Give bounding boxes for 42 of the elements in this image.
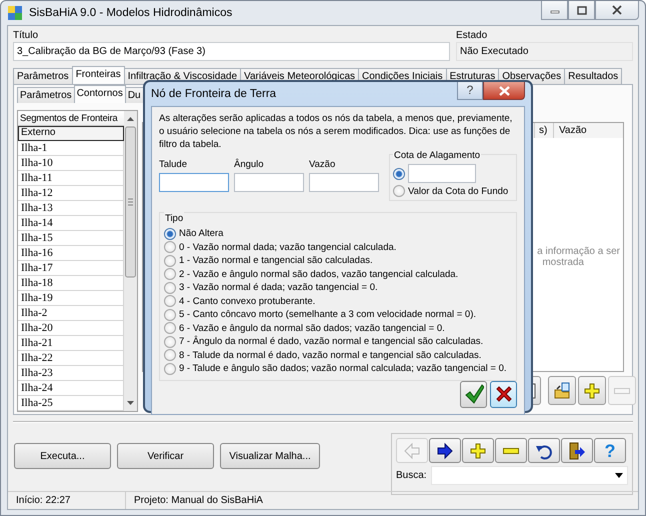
action-button[interactable]: Visualizar Malha... xyxy=(220,443,320,469)
empty-message: mostrada xyxy=(542,257,584,268)
option-label: 8 - Talude da normal é dado, vazão normal e tangencial são calculadas. xyxy=(179,350,482,361)
state-field: Não Executado xyxy=(456,42,633,61)
option-label: 1 - Vazão normal e tangencial são calculadas. xyxy=(179,255,373,266)
action-button[interactable]: Verificar xyxy=(117,443,214,469)
tab[interactable]: Parâmetros xyxy=(13,68,73,84)
list-item[interactable]: Externo xyxy=(18,126,124,141)
option-label: Valor da Cota do Fundo xyxy=(408,186,508,196)
option-label: 3 - Vazão normal é dada; vazão tangencial = 0. xyxy=(179,282,378,294)
field-label: Estado xyxy=(456,29,488,42)
field-label: Vazão xyxy=(309,158,336,171)
field-label: Busca: xyxy=(396,470,427,481)
option-label: 5 - Canto côncavo morto (semelhante a 3 com velocidade normal = 0). xyxy=(179,309,476,320)
option-label: 4 - Canto convexo protuberante. xyxy=(179,296,316,307)
title-field[interactable]: 3_Calibração da BG de Março/93 (Fase 3) xyxy=(13,42,450,61)
empty-message: a informação a ser xyxy=(537,246,620,257)
dialog-message: As alterações serão aplicadas a todos os nós da tabela, a menos que, previamente, o usuário selecione na tabela os nós a serem modificados. Dica: use as funções de filtro da tabela. xyxy=(159,112,514,151)
option-label: Não Altera xyxy=(179,228,224,240)
column-header: Segmentos de Fronteira xyxy=(18,111,124,126)
field-label: Talude xyxy=(159,158,188,171)
option-label: 7 - Ângulo da normal é dado, vazão normal e tangencial são calculadas. xyxy=(179,336,484,348)
column-header: s) xyxy=(534,123,553,138)
dialog-title: Nó de Fronteira de Terra xyxy=(151,88,276,100)
field-label: Ângulo xyxy=(234,158,265,171)
tab[interactable]: Fronteiras xyxy=(72,66,125,84)
option-label: 2 - Vazão e ângulo normal são dados, vazão tangencial calculada. xyxy=(179,268,458,280)
action-button[interactable]: Executa... xyxy=(14,443,111,469)
column-header: Vazão xyxy=(553,123,609,138)
tab[interactable]: Resultados xyxy=(564,68,622,84)
tab[interactable]: Parâmetros xyxy=(17,87,75,103)
navigator-button[interactable]: ? xyxy=(594,438,626,463)
window-title: SisBaHiA 9.0 - Modelos Hidrodinâmicos xyxy=(29,7,232,19)
group-title: Cota de Alagamento xyxy=(393,149,482,162)
option-label: 6 - Vazão e ângulo da normal são dados; vazão tangencial = 0. xyxy=(179,322,445,334)
group-title: Tipo xyxy=(164,212,184,225)
help-button[interactable]: ? xyxy=(457,82,483,100)
status-text: Início: 22:27 xyxy=(8,492,126,509)
option-label: 9 - Talude e ângulo são dados; vazão normal calculada; vazão tangencial = 0. xyxy=(179,363,507,374)
status-text: Projeto: Manual do SisBaHiA xyxy=(133,494,264,508)
field-label: Título xyxy=(13,29,40,42)
option-label: 0 - Vazão normal dada; vazão tangencial calculada. xyxy=(179,242,396,253)
